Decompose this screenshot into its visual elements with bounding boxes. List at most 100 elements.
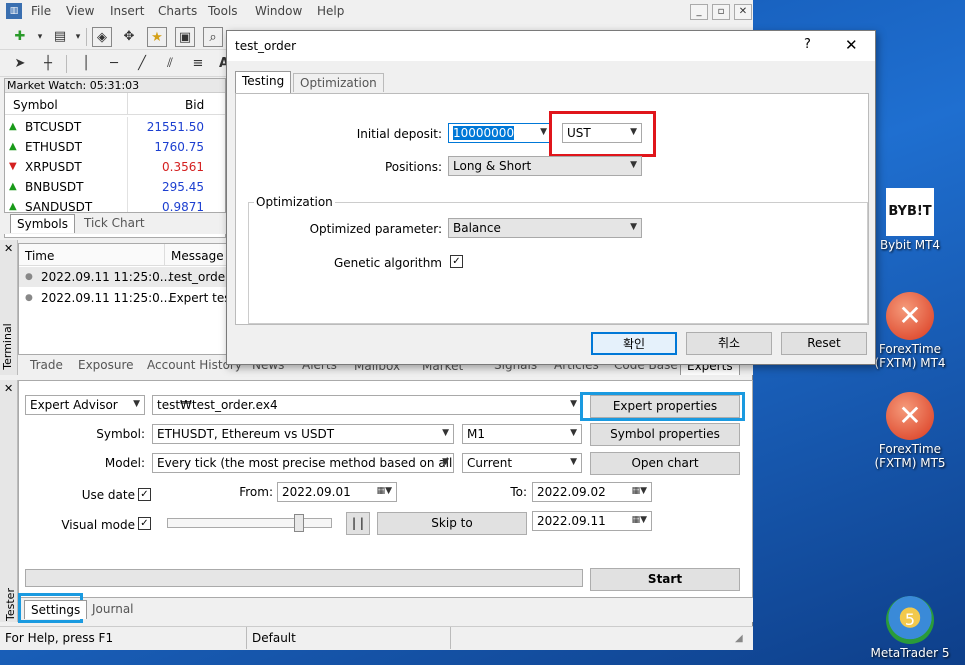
market-watch-row[interactable]: ▲ ETHUSDT 1760.75 — [5, 137, 220, 157]
skip-to-date-picker[interactable]: 2022.09.11 ▦▼ — [532, 511, 652, 531]
model-label: Model: — [104, 456, 145, 470]
open-chart-button[interactable]: Open chart — [590, 452, 740, 475]
desktop-icon-bybit-mt4[interactable]: BYB!T Bybit MT4 — [870, 188, 950, 252]
col-time[interactable]: Time — [25, 249, 54, 263]
horizontal-line-icon[interactable]: ─ — [104, 54, 124, 74]
menu-window[interactable]: Window — [255, 4, 302, 18]
expert-properties-dialog: test_order ? ✕ Testing Optimization Init… — [226, 30, 876, 365]
tab-optimization[interactable]: Optimization — [293, 73, 384, 92]
ok-button[interactable]: 확인 — [591, 332, 677, 355]
menu-view[interactable]: View — [66, 4, 94, 18]
terminal-icon[interactable]: ▣ — [175, 27, 195, 47]
optimized-parameter-select[interactable]: Balance ▼ — [448, 218, 642, 238]
close-icon[interactable]: ✕ — [734, 4, 752, 20]
status-bar: For Help, press F1 Default ◢ — [0, 626, 753, 650]
col-bid[interactable]: Bid — [185, 98, 204, 112]
dialog-close-button[interactable]: ✕ — [845, 36, 858, 54]
desktop-icon-metatrader5[interactable]: 5 MetaTrader 5 — [870, 596, 950, 660]
maximize-icon[interactable]: ▫ — [712, 4, 730, 20]
tab-exposure[interactable]: Exposure — [72, 356, 140, 374]
ea-path-select[interactable]: test₩test_order.ex4 ▼ — [152, 395, 582, 415]
tab-symbols[interactable]: Symbols — [10, 214, 75, 233]
market-watch-row[interactable]: ▼ XRPUSDT 0.3561 — [5, 157, 220, 177]
market-watch-row[interactable]: ▲ BNBUSDT 295.45 — [5, 177, 220, 197]
model-select[interactable]: Every tick (the most precise method base… — [152, 453, 454, 473]
fibonacci-icon[interactable]: ≡ — [188, 54, 208, 74]
tab-testing[interactable]: Testing — [235, 71, 292, 94]
positions-select[interactable]: Long & Short ▼ — [448, 156, 642, 176]
col-symbol[interactable]: Symbol — [13, 98, 58, 112]
spread-select[interactable]: Current ▼ — [462, 453, 582, 473]
favorites-icon[interactable]: ★ — [147, 27, 167, 47]
use-date-label: Use date — [81, 488, 135, 502]
symbol-properties-button[interactable]: Symbol properties — [590, 423, 740, 446]
vertical-line-icon[interactable]: │ — [76, 54, 96, 74]
spread-value: Current — [467, 456, 513, 470]
chevron-down-icon: ▼ — [630, 222, 637, 232]
resize-grip-icon[interactable]: ◢ — [735, 633, 743, 644]
timeframe-select[interactable]: M1 ▼ — [462, 424, 582, 444]
use-date-checkbox[interactable]: ✓ — [138, 488, 151, 501]
menu-charts[interactable]: Charts — [158, 4, 197, 18]
expert-properties-button[interactable]: Expert properties — [590, 395, 740, 418]
desktop-icon-fxtm-mt5[interactable]: ✕ ForexTime (FXTM) MT5 — [870, 392, 950, 470]
from-date-picker[interactable]: 2022.09.01 ▦▼ — [277, 482, 397, 502]
log-dot-icon: ● — [25, 293, 33, 303]
cancel-button[interactable]: 취소 — [686, 332, 772, 355]
equidistant-channel-icon[interactable]: ⫽ — [160, 54, 180, 74]
chevron-down-icon: ▼ — [540, 127, 547, 137]
symbol-name: BNBUSDT — [25, 180, 84, 194]
crosshair-icon[interactable]: ┼ — [38, 54, 58, 74]
initial-deposit-input[interactable]: 10000000 ▼ — [448, 123, 552, 143]
to-date-picker[interactable]: 2022.09.02 ▦▼ — [532, 482, 652, 502]
tab-trade[interactable]: Trade — [24, 356, 69, 374]
calendar-dropdown-icon: ▦▼ — [631, 515, 647, 525]
symbol-select[interactable]: ETHUSDT, Ethereum vs USDT ▼ — [152, 424, 454, 444]
tester-type-value: Expert Advisor — [30, 398, 118, 412]
crosshair-nav-icon[interactable]: ✥ — [119, 27, 139, 47]
app-icon: ▥ — [6, 3, 22, 19]
pause-button[interactable]: | | — [346, 512, 370, 535]
desktop-icon-fxtm-mt4[interactable]: ✕ ForexTime (FXTM) MT4 — [870, 292, 950, 370]
trendline-icon[interactable]: ╱ — [132, 54, 152, 74]
cursor-icon[interactable]: ➤ — [10, 54, 30, 74]
menu-help[interactable]: Help — [317, 4, 344, 18]
skip-to-date-value: 2022.09.11 — [537, 514, 606, 528]
tester-icon[interactable]: ⌕ — [203, 27, 223, 47]
dialog-title: test_order — [235, 39, 297, 53]
progress-bar — [25, 569, 583, 587]
menu-insert[interactable]: Insert — [110, 4, 144, 18]
menu-tools[interactable]: Tools — [208, 4, 238, 18]
dropdown-arrow-icon[interactable]: ▾ — [68, 27, 88, 47]
desktop-icon-label: Bybit MT4 — [879, 238, 941, 252]
col-message[interactable]: Message — [171, 249, 224, 263]
market-watch-row[interactable]: ▲ BTCUSDT 21551.50 — [5, 117, 220, 137]
new-order-icon[interactable]: ✚ — [10, 27, 30, 47]
reset-button[interactable]: Reset — [781, 332, 867, 355]
genetic-algorithm-label: Genetic algorithm — [333, 256, 442, 270]
help-button[interactable]: ? — [804, 37, 811, 52]
start-button[interactable]: Start — [590, 568, 740, 591]
market-watch-icon[interactable]: ◈ — [92, 27, 112, 47]
profiles-icon[interactable]: ▤ — [50, 27, 70, 47]
visual-speed-slider[interactable] — [167, 514, 332, 532]
dropdown-arrow-icon[interactable]: ▾ — [30, 27, 50, 47]
tester-type-select[interactable]: Expert Advisor ▼ — [25, 395, 145, 415]
tab-settings[interactable]: Settings — [24, 600, 88, 619]
minimize-icon[interactable]: _ — [690, 4, 708, 20]
visual-mode-checkbox[interactable]: ✓ — [138, 517, 151, 530]
menu-file[interactable]: File — [31, 4, 51, 18]
market-watch-title: Market Watch: 05:31:03 — [5, 79, 225, 93]
genetic-algorithm-checkbox[interactable]: ✓ — [450, 255, 463, 268]
to-label: To: — [510, 485, 527, 499]
currency-select[interactable]: UST ▼ — [562, 123, 642, 143]
symbol-label: Symbol: — [96, 427, 145, 441]
close-icon[interactable]: ✕ — [4, 242, 13, 255]
tab-journal[interactable]: Journal — [86, 600, 140, 618]
slider-handle[interactable] — [294, 514, 304, 532]
tab-tick-chart[interactable]: Tick Chart — [78, 214, 151, 232]
close-icon[interactable]: ✕ — [4, 382, 13, 395]
optimized-parameter-label: Optimized parameter: — [309, 222, 442, 236]
terminal-sidebar: ✕ Terminal — [0, 240, 18, 375]
skip-to-button[interactable]: Skip to — [377, 512, 527, 535]
